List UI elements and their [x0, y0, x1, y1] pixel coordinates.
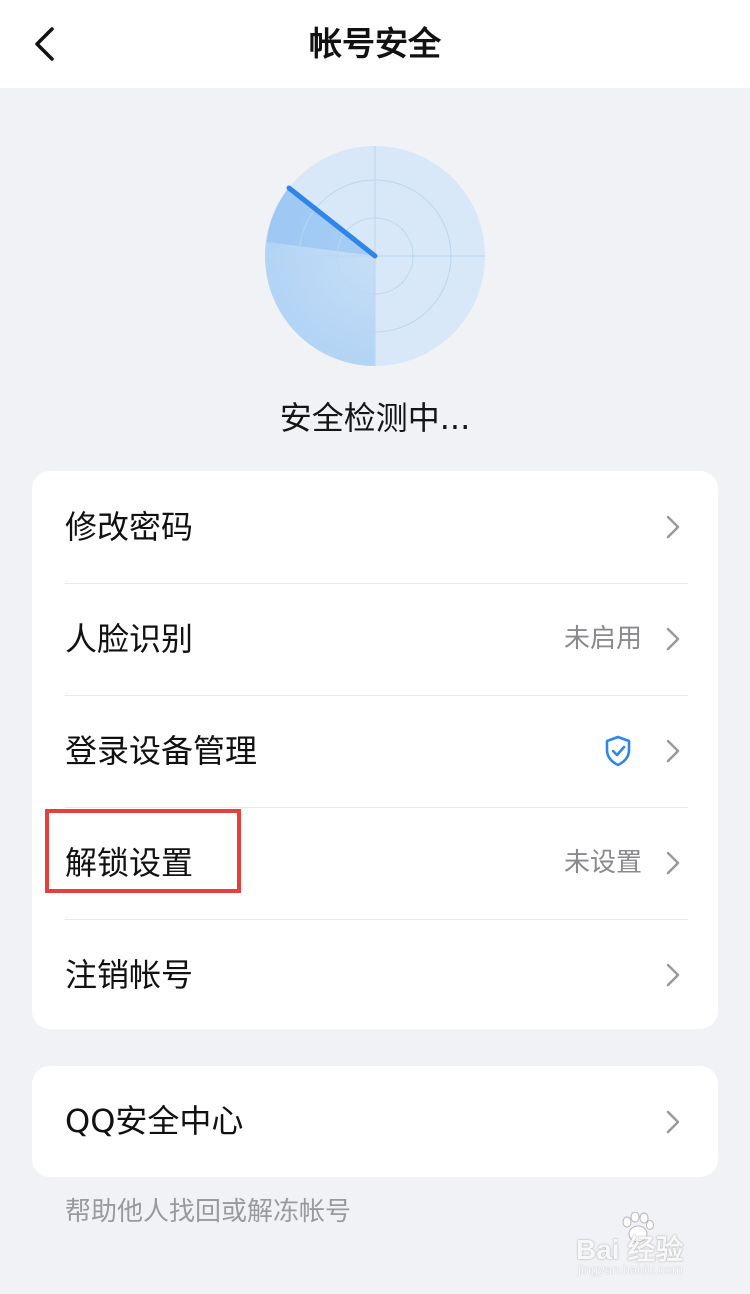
chevron-right-icon	[666, 963, 680, 987]
baidu-watermark: Bai 经验 jingyan.baidu.com	[574, 1212, 716, 1278]
settings-row-label: 人脸识别	[65, 620, 194, 658]
settings-row-change-password[interactable]: 修改密码	[32, 471, 718, 583]
settings-row-device-management[interactable]: 登录设备管理	[32, 695, 718, 807]
settings-row-label: 注销帐号	[65, 956, 194, 994]
settings-row-deactivate-account[interactable]: 注销帐号	[32, 919, 718, 1029]
scan-status-text: 安全检测中...	[279, 399, 471, 437]
settings-row-label: 修改密码	[65, 508, 194, 546]
settings-row-qq-security-center[interactable]: QQ安全中心	[32, 1066, 718, 1177]
chevron-right-icon	[666, 851, 680, 875]
shield-check-icon	[605, 735, 631, 767]
radar-scan-icon	[265, 146, 485, 366]
watermark-logo-text: Bai 经验	[576, 1234, 684, 1265]
unlock-settings-status: 未设置	[563, 848, 642, 878]
face-recognition-status: 未启用	[563, 624, 642, 654]
page-title: 帐号安全	[309, 24, 441, 63]
settings-row-label: 登录设备管理	[65, 732, 258, 770]
settings-row-face-recognition[interactable]: 人脸识别 未启用	[32, 583, 718, 695]
paw-icon	[622, 1212, 654, 1243]
chevron-right-icon	[666, 1110, 680, 1133]
settings-row-label: QQ安全中心	[65, 1102, 244, 1140]
qq-security-card: QQ安全中心	[32, 1066, 718, 1177]
settings-row-unlock-settings[interactable]: 解锁设置 未设置	[32, 807, 718, 919]
nav-bar: 帐号安全	[0, 0, 750, 88]
settings-card: 修改密码 人脸识别 未启用 登录设备管理 解锁设置 未设置 注销帐号	[32, 471, 718, 1029]
chevron-right-icon	[666, 627, 680, 651]
chevron-right-icon	[666, 739, 680, 763]
watermark-url: jingyan.baidu.com	[578, 1262, 683, 1277]
settings-row-label: 解锁设置	[65, 844, 194, 882]
help-others-link[interactable]: 帮助他人找回或解冻帐号	[65, 1192, 351, 1232]
chevron-right-icon	[666, 515, 680, 539]
